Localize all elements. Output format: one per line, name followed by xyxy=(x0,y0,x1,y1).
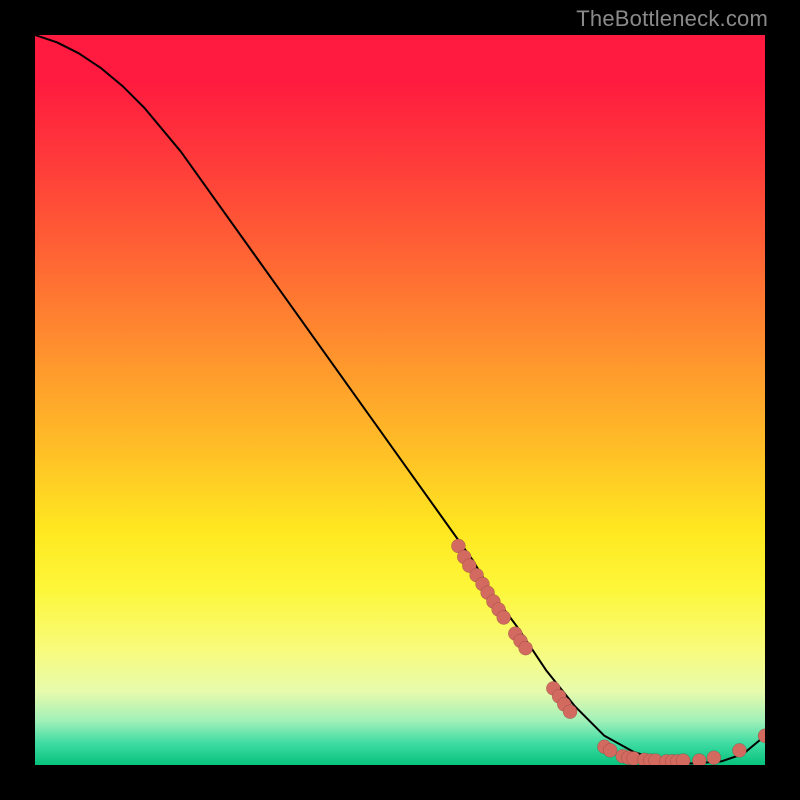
data-point xyxy=(563,705,577,719)
data-point xyxy=(676,754,690,765)
data-point xyxy=(707,751,721,765)
watermark-text: TheBottleneck.com xyxy=(576,6,768,32)
data-point xyxy=(692,754,706,765)
data-point xyxy=(519,641,533,655)
data-point xyxy=(603,743,617,757)
data-point xyxy=(732,743,746,757)
data-points-group xyxy=(451,539,765,765)
bottleneck-curve xyxy=(35,35,765,764)
chart-stage: TheBottleneck.com xyxy=(0,0,800,800)
data-point xyxy=(497,611,511,625)
plot-area xyxy=(35,35,765,765)
plot-svg xyxy=(35,35,765,765)
